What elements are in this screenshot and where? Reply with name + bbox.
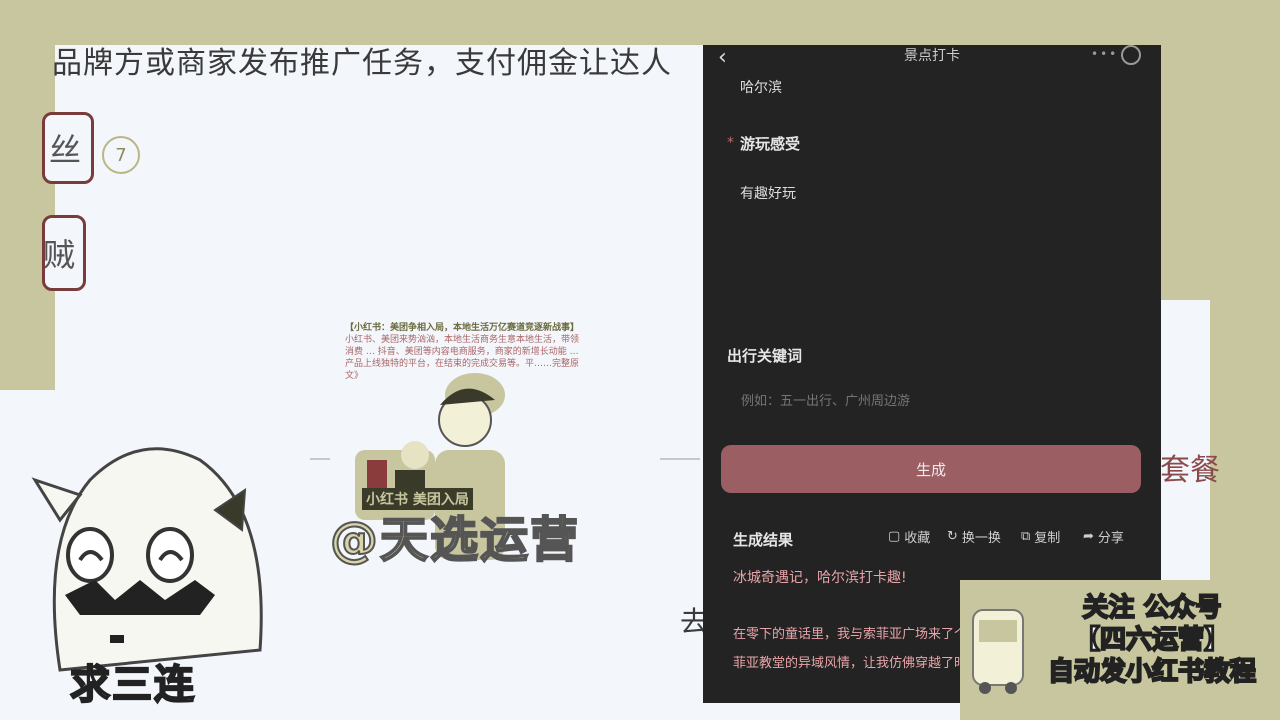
watermark: @天选运营 — [329, 511, 581, 569]
anime-sticker-image — [31, 447, 263, 672]
divider-line — [310, 458, 330, 460]
keywords-label: 出行关键词 — [727, 347, 803, 365]
city-value[interactable]: 哈尔滨 — [740, 77, 782, 97]
experience-label: 游玩感受 — [740, 135, 801, 153]
step-number-badge: 7 — [102, 136, 140, 174]
slide-tag-text-2: 贼 — [42, 236, 75, 274]
collect-label: 收藏 — [904, 531, 931, 546]
refresh-label: 换一换 — [961, 531, 1001, 546]
share-button[interactable]: ➦ 分享 — [1083, 527, 1124, 546]
sticker-caption: 求三连 — [69, 661, 196, 709]
refresh-button[interactable]: ↻ 换一换 — [947, 527, 1001, 546]
slide-side-text: 套餐 — [1160, 453, 1220, 488]
poster-article-header: 【小红书：美团争相入局，本地生活万亿赛道竞逐新战事】 — [345, 323, 580, 333]
share-label: 分享 — [1097, 531, 1124, 546]
copy-button[interactable]: ⧉ 复制 — [1021, 527, 1060, 546]
share-icon: ➦ — [1083, 529, 1094, 544]
required-star-icon: * — [727, 135, 734, 151]
close-target-icon[interactable] — [1121, 45, 1141, 65]
bus-icon — [972, 609, 1024, 694]
slide-tag-box-2: 贼 — [42, 215, 86, 291]
copy-label: 复制 — [1034, 531, 1061, 546]
slide-tag-text: 丝 — [48, 131, 81, 169]
follow-line-1: 关注 公众号 — [1081, 592, 1222, 624]
follow-card-text: 关注 公众号 【四六运营】 自动发小红书教程 — [1032, 592, 1272, 688]
follow-line-2: 【四六运营】 — [1073, 624, 1231, 656]
generate-button[interactable]: 生成 — [721, 445, 1141, 493]
follow-line-3: 自动发小红书教程 — [1047, 656, 1257, 688]
result-title: 冰城奇遇记，哈尔滨打卡趣! — [733, 570, 907, 586]
keywords-input[interactable] — [739, 393, 1123, 410]
result-label: 生成结果 — [733, 531, 794, 549]
experience-textarea[interactable]: 有趣好玩 — [740, 183, 796, 203]
refresh-icon: ↻ — [947, 529, 958, 544]
copy-icon: ⧉ — [1021, 529, 1031, 544]
slide-heading: 品牌方或商家发布推广任务，支付佣金让达人 — [52, 46, 672, 81]
more-menu-icon[interactable]: ••• — [1091, 47, 1118, 61]
slide-tag-box: 丝 — [42, 112, 94, 184]
divider-line-right — [660, 458, 700, 460]
bookmark-icon: ▢ — [888, 529, 901, 544]
collect-button[interactable]: ▢ 收藏 — [888, 527, 930, 546]
back-arrow-icon[interactable]: ‹ — [718, 45, 727, 70]
